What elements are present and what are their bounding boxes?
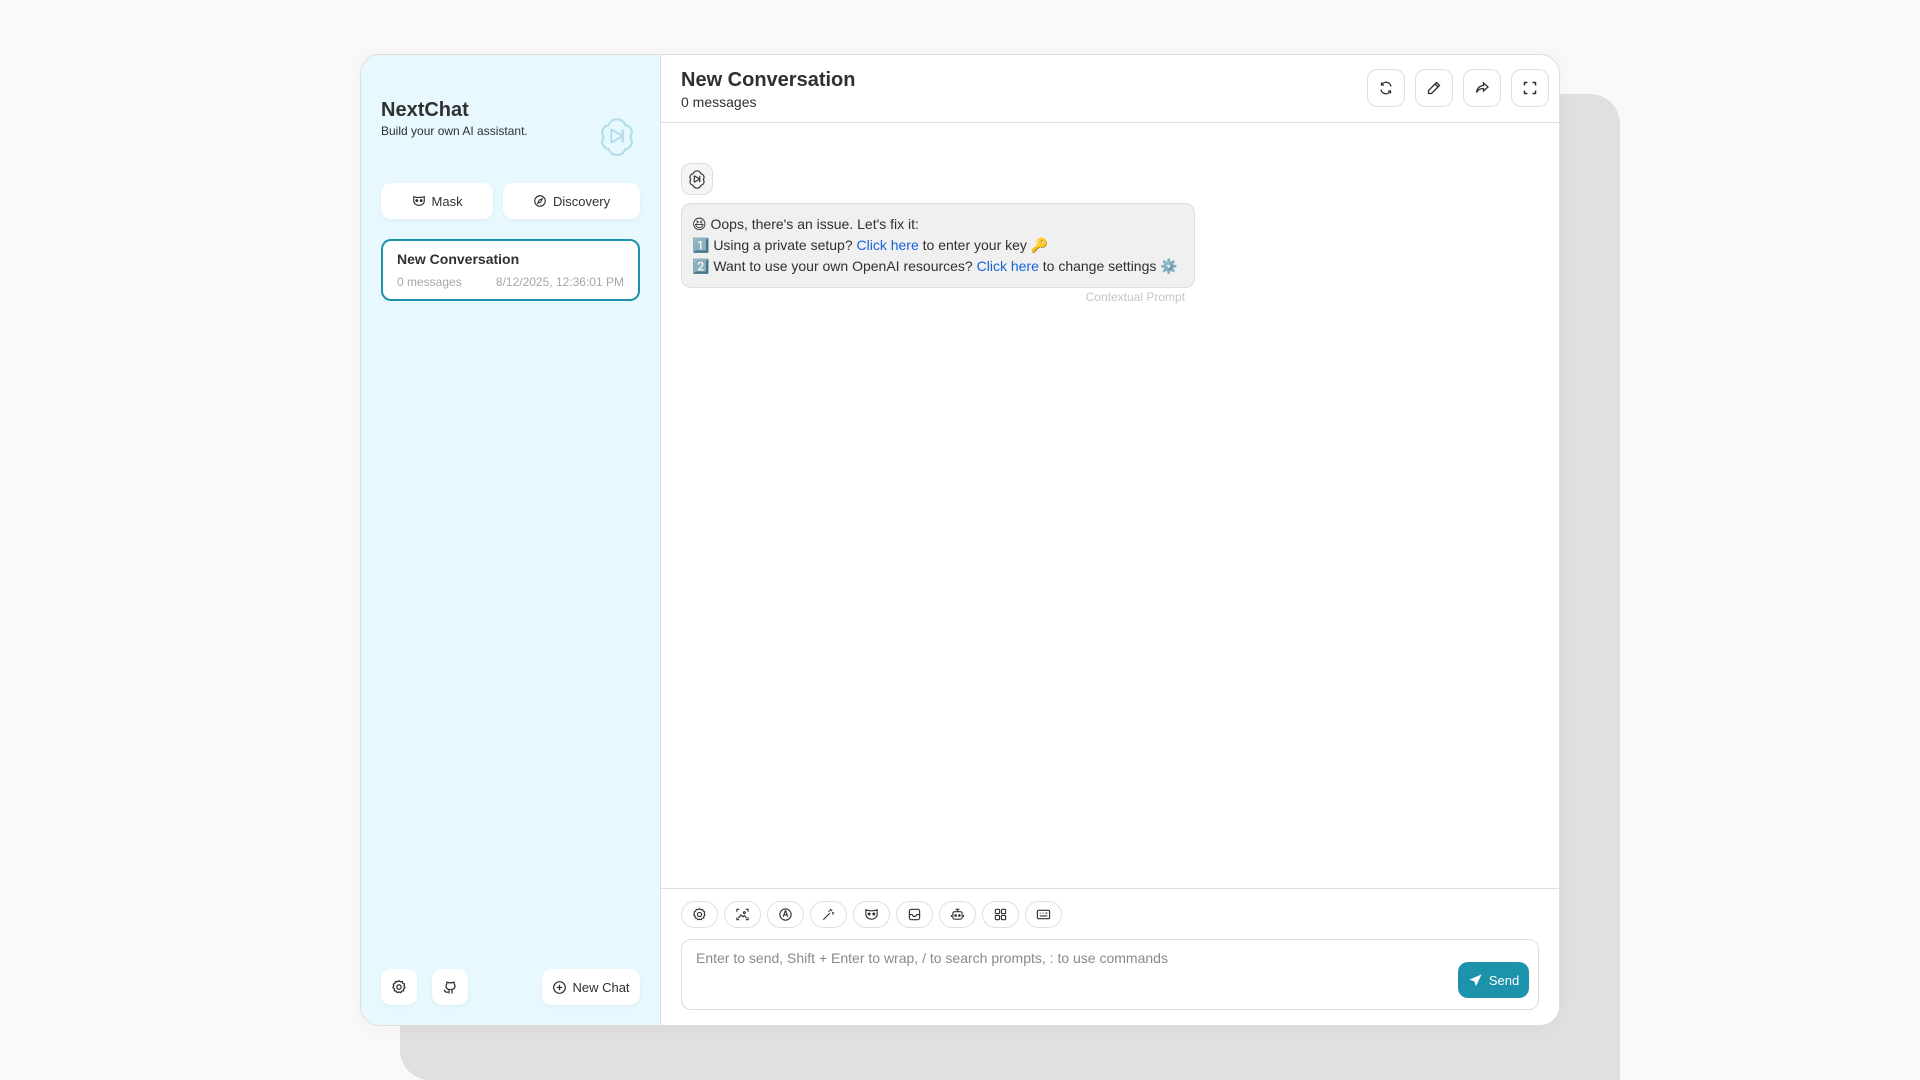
robot-icon — [950, 908, 965, 920]
message-line-2-text: 1️⃣ Using a private setup? — [692, 237, 857, 253]
chat-item-date: 8/12/2025, 12:36:01 PM — [495, 275, 624, 289]
mask-icon — [412, 195, 425, 206]
settings-icon — [392, 980, 406, 994]
new-chat-label: New Chat — [572, 979, 630, 995]
app-window: NextChat Build your own AI assistant. Ma… — [360, 54, 1560, 1026]
theme-action[interactable] — [767, 901, 804, 928]
chat-header: New Conversation 0 messages — [661, 55, 1559, 123]
model-action[interactable] — [939, 901, 976, 928]
sidebar-footer: New Chat — [381, 969, 640, 1005]
chat-item-count: 0 messages — [397, 275, 462, 289]
prompt-action[interactable] — [810, 901, 847, 928]
chat-main: New Conversation 0 messages 😆 Oops, ther… — [661, 55, 1559, 1025]
shortcut-icon — [1036, 909, 1051, 920]
clear-context-action[interactable] — [896, 901, 933, 928]
github-button[interactable] — [432, 969, 468, 1005]
tab-discovery-label: Discovery — [553, 193, 611, 209]
message-line-3-text: 2️⃣ Want to use your own OpenAI resource… — [692, 258, 977, 274]
github-icon — [443, 981, 456, 994]
refresh-button[interactable] — [1367, 69, 1405, 107]
clear-icon — [908, 908, 921, 921]
enter-key-link[interactable]: Click here — [857, 237, 919, 253]
edit-button[interactable] — [1415, 69, 1453, 107]
openai-logo-icon — [601, 118, 633, 157]
settings-button[interactable] — [381, 969, 417, 1005]
chat-list-item[interactable]: New Conversation 0 messages 8/12/2025, 1… — [381, 239, 640, 301]
message-line-2-suffix: to enter your key 🔑 — [918, 237, 1049, 253]
image-upload-action[interactable] — [724, 901, 761, 928]
tab-mask[interactable]: Mask — [381, 183, 494, 219]
message-line-2: 1️⃣ Using a private setup? Click here to… — [692, 235, 1184, 256]
chat-body: 😆 Oops, there's an issue. Let's fix it: … — [661, 123, 1559, 888]
plugin-action[interactable] — [982, 901, 1019, 928]
tab-discovery[interactable]: Discovery — [503, 183, 640, 219]
discovery-icon — [534, 195, 546, 207]
settings-icon — [693, 908, 706, 921]
share-icon — [1475, 81, 1489, 93]
input-panel: Send — [661, 888, 1559, 1025]
send-button[interactable]: Send — [1458, 962, 1529, 998]
chat-settings-action[interactable] — [681, 901, 718, 928]
edit-icon — [1427, 81, 1441, 95]
fullscreen-button[interactable] — [1511, 69, 1549, 107]
message-bubble: 😆 Oops, there's an issue. Let's fix it: … — [681, 203, 1195, 288]
openai-icon — [689, 170, 705, 189]
chat-input-box: Send — [681, 939, 1539, 1010]
message-line-3-suffix: to change settings ⚙️ — [1038, 258, 1178, 274]
sidebar: NextChat Build your own AI assistant. Ma… — [361, 55, 661, 1025]
chat-input[interactable] — [682, 940, 1538, 1009]
theme-icon — [779, 908, 792, 921]
send-label: Send — [1488, 972, 1520, 988]
image-icon — [736, 908, 749, 921]
mask-icon — [865, 908, 878, 920]
sidebar-tabs: Mask Discovery — [381, 183, 640, 219]
chat-actions-row — [681, 901, 1539, 928]
chat-item-title: New Conversation — [397, 251, 520, 267]
change-settings-link[interactable]: Click here — [977, 258, 1039, 274]
header-actions — [1367, 69, 1559, 107]
message-line-1: 😆 Oops, there's an issue. Let's fix it: — [692, 216, 919, 232]
share-button[interactable] — [1463, 69, 1501, 107]
message-line-3: 2️⃣ Want to use your own OpenAI resource… — [692, 256, 1184, 277]
mask-action[interactable] — [853, 901, 890, 928]
fullscreen-icon — [1523, 81, 1537, 95]
add-icon — [553, 980, 567, 994]
tab-mask-label: Mask — [431, 193, 463, 209]
prompt-icon — [822, 908, 835, 921]
send-icon — [1469, 973, 1482, 986]
sidebar-header: NextChat Build your own AI assistant. — [381, 75, 640, 163]
new-chat-button[interactable]: New Chat — [542, 969, 640, 1005]
plugin-icon — [994, 908, 1007, 921]
message-meta: Contextual Prompt — [1085, 290, 1185, 304]
refresh-icon — [1380, 81, 1392, 95]
shortcut-action[interactable] — [1025, 901, 1062, 928]
bot-avatar — [681, 163, 713, 195]
chat-item-info: 0 messages 8/12/2025, 12:36:01 PM — [397, 275, 624, 289]
